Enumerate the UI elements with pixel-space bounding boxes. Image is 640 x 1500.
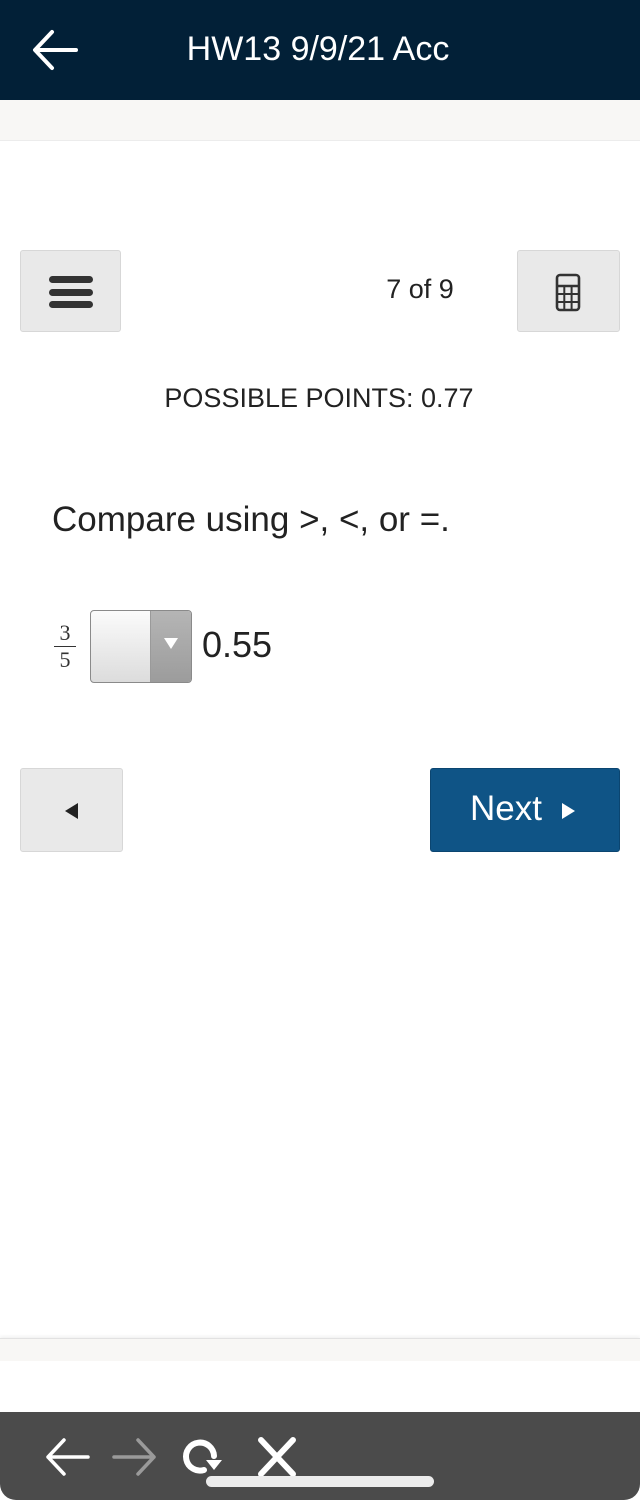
browser-forward-button[interactable] [110, 1434, 162, 1480]
dropdown-toggle[interactable] [150, 611, 191, 682]
browser-reload-button[interactable] [180, 1434, 232, 1480]
comparison-dropdown[interactable] [90, 610, 192, 683]
triangle-left-icon [65, 803, 78, 819]
question-menu-button[interactable] [20, 250, 121, 332]
reload-icon [183, 1439, 222, 1474]
calculator-button[interactable] [517, 250, 620, 332]
next-button[interactable]: Next [430, 768, 620, 852]
app-header: HW13 9/9/21 Acc [0, 0, 640, 100]
question-counter: 7 of 9 [386, 274, 454, 304]
fraction-numerator: 3 [54, 622, 76, 647]
previous-button[interactable] [20, 768, 123, 852]
next-button-label: Next [470, 789, 542, 828]
triangle-right-icon [562, 803, 575, 819]
fraction: 3 5 [54, 622, 76, 671]
forward-arrow-icon [112, 1438, 156, 1476]
question-prompt: Compare using >, <, or =. [52, 500, 450, 539]
assignment-title: HW13 9/9/21 Acc [186, 30, 450, 68]
home-indicator[interactable] [206, 1476, 434, 1487]
back-arrow-icon [46, 1438, 90, 1476]
fraction-denominator: 5 [59, 647, 71, 672]
browser-close-button[interactable] [252, 1434, 304, 1480]
possible-points: POSSIBLE POINTS: 0.77 [164, 383, 474, 413]
header-spacer [0, 100, 640, 141]
chevron-down-icon [164, 638, 178, 649]
footer-spacer [0, 1338, 640, 1361]
calculator-icon [555, 273, 581, 312]
close-icon [258, 1437, 296, 1477]
browser-back-button[interactable] [40, 1434, 92, 1480]
hamburger-menu-icon [49, 276, 93, 314]
compare-value: 0.55 [202, 624, 273, 665]
